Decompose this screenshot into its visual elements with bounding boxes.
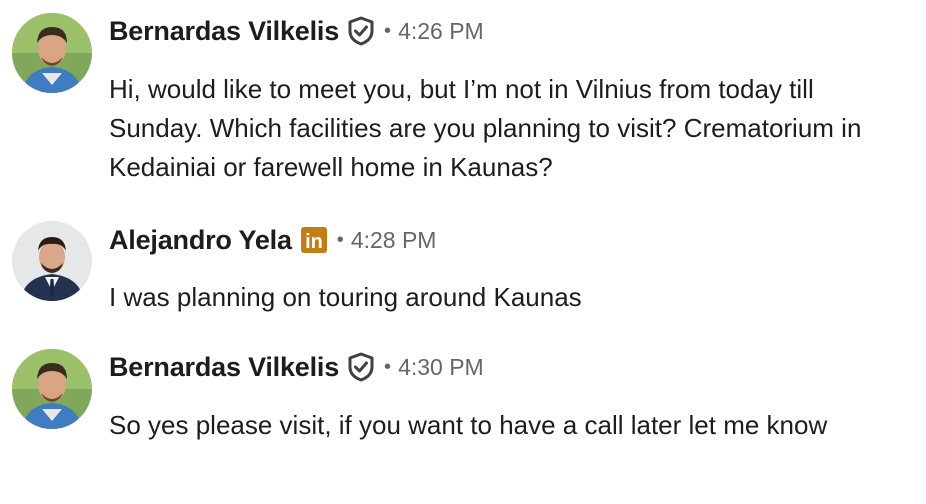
separator-dot: •	[384, 355, 392, 378]
linkedin-badge-text: in	[305, 231, 323, 253]
avatar[interactable]	[12, 221, 92, 301]
separator-dot: •	[384, 19, 392, 42]
linkedin-premium-icon: in	[300, 226, 328, 254]
avatar-image	[12, 221, 92, 301]
verified-shield-icon	[347, 16, 375, 46]
verified-shield-icon	[347, 352, 375, 382]
message-header: Alejandro Yela in • 4:28 PM	[109, 221, 436, 259]
message-header: Bernardas Vilkelis • 4:30 PM	[109, 348, 484, 386]
sender-name[interactable]: Bernardas Vilkelis	[109, 16, 339, 47]
avatar[interactable]	[12, 349, 92, 429]
timestamp: 4:26 PM	[398, 17, 484, 44]
sender-name[interactable]: Alejandro Yela	[109, 225, 292, 256]
avatar-image	[12, 13, 92, 93]
message-text: So yes please visit, if you want to have…	[109, 410, 828, 440]
avatar-image	[12, 349, 92, 429]
separator-dot: •	[336, 228, 344, 251]
avatar[interactable]	[12, 13, 92, 93]
message-text: Hi, would like to meet you, but I’m not …	[109, 74, 862, 182]
message-text: I was planning on touring around Kaunas	[109, 282, 582, 312]
message-header: Bernardas Vilkelis • 4:26 PM	[109, 12, 484, 50]
timestamp: 4:28 PM	[350, 226, 437, 253]
sender-name[interactable]: Bernardas Vilkelis	[109, 352, 339, 383]
timestamp: 4:30 PM	[398, 353, 484, 380]
